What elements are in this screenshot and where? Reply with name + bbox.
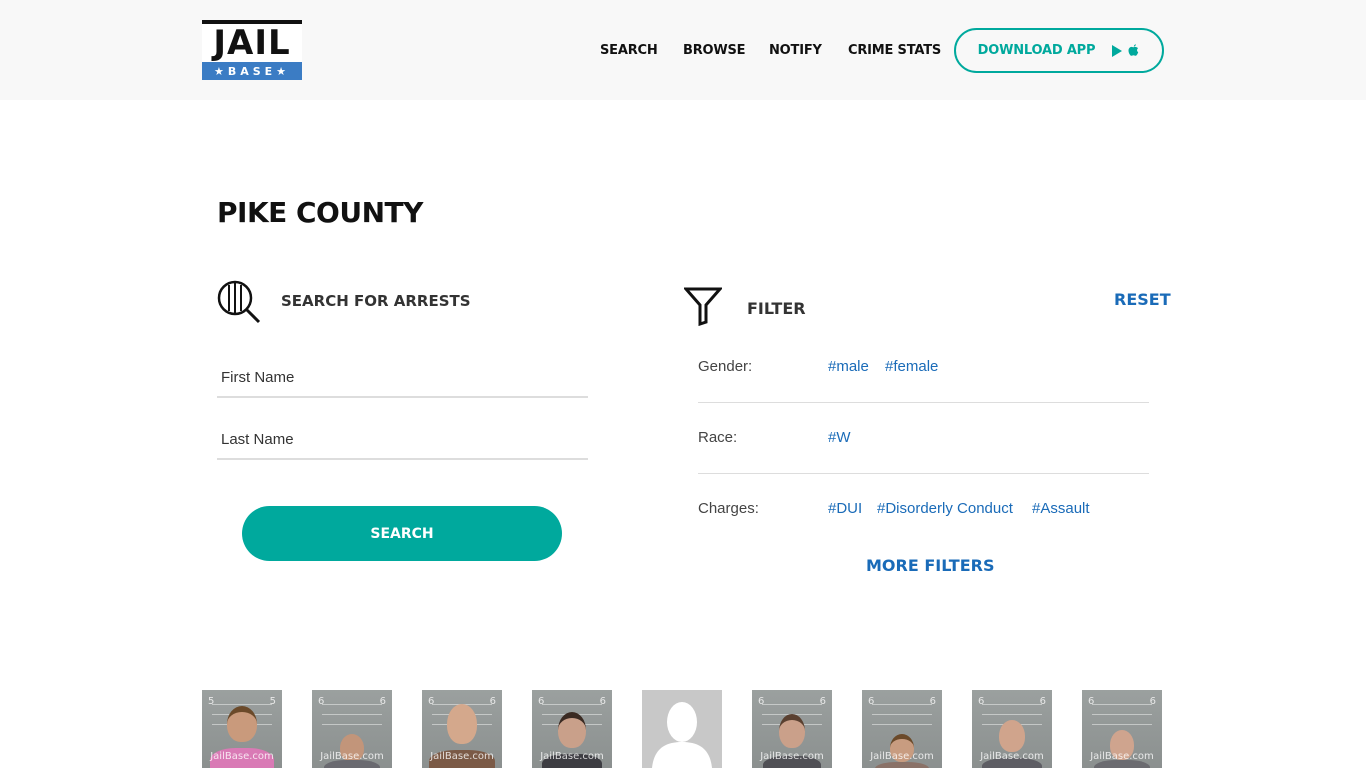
magnifier-icon <box>217 280 261 329</box>
tag-dui[interactable]: #DUI <box>828 500 862 517</box>
mugshot-thumbnail[interactable]: 66 JailBase.com <box>972 690 1052 768</box>
logo-wordmark-top: JAIL <box>202 20 302 62</box>
tag-male[interactable]: #male <box>828 358 869 375</box>
tag-assault[interactable]: #Assault <box>1032 500 1090 517</box>
filter-section-title: FILTER <box>747 299 806 318</box>
person-silhouette-icon <box>642 690 722 768</box>
reset-filters-link[interactable]: RESET <box>1114 290 1171 309</box>
gender-label: Gender: <box>698 358 753 375</box>
mugshot-placeholder[interactable] <box>642 690 722 768</box>
last-name-input[interactable] <box>217 420 588 460</box>
site-header: JAIL ★BASE★ SEARCH BROWSE NOTIFY CRIME S… <box>0 0 1366 100</box>
google-play-icon <box>1111 44 1123 57</box>
tag-race-w[interactable]: #W <box>828 429 851 446</box>
apple-icon <box>1127 43 1140 58</box>
page-title: PIKE COUNTY <box>217 196 423 229</box>
mugshot-thumbnail[interactable]: 66 JailBase.com <box>1082 690 1162 768</box>
download-app-label: DOWNLOAD APP <box>977 43 1096 58</box>
funnel-icon <box>682 286 724 331</box>
charges-label: Charges: <box>698 500 759 517</box>
more-filters-link[interactable]: MORE FILTERS <box>866 556 994 575</box>
search-section-header: SEARCH FOR ARRESTS <box>217 280 471 329</box>
search-button[interactable]: SEARCH <box>242 506 562 561</box>
mugshot-thumbnail[interactable]: 66 JailBase.com <box>532 690 612 768</box>
filter-divider <box>698 473 1149 474</box>
mugshot-thumbnail[interactable]: 55 JailBase.com <box>202 690 282 768</box>
nav-browse[interactable]: BROWSE <box>683 43 746 58</box>
mugshot-thumbnail[interactable]: 66 JailBase.com <box>862 690 942 768</box>
jailbase-logo[interactable]: JAIL ★BASE★ <box>202 20 302 80</box>
filter-section-header: FILTER <box>682 286 806 331</box>
mugshot-thumbnail[interactable]: 66 JailBase.com <box>312 690 392 768</box>
filter-divider <box>698 402 1149 403</box>
logo-wordmark-bottom: ★BASE★ <box>202 62 302 80</box>
race-label: Race: <box>698 429 738 446</box>
nav-notify[interactable]: NOTIFY <box>769 43 822 58</box>
search-section-title: SEARCH FOR ARRESTS <box>281 291 471 310</box>
first-name-input[interactable] <box>217 358 588 398</box>
mugshot-thumbnail[interactable]: 66 JailBase.com <box>752 690 832 768</box>
nav-crime-stats[interactable]: CRIME STATS <box>848 43 941 58</box>
download-app-button[interactable]: DOWNLOAD APP <box>954 28 1164 73</box>
tag-female[interactable]: #female <box>885 358 938 375</box>
nav-search[interactable]: SEARCH <box>600 43 658 58</box>
mugshot-thumbnail[interactable]: 66 JailBase.com <box>422 690 502 768</box>
tag-disorderly-conduct[interactable]: #Disorderly Conduct <box>877 500 1013 517</box>
